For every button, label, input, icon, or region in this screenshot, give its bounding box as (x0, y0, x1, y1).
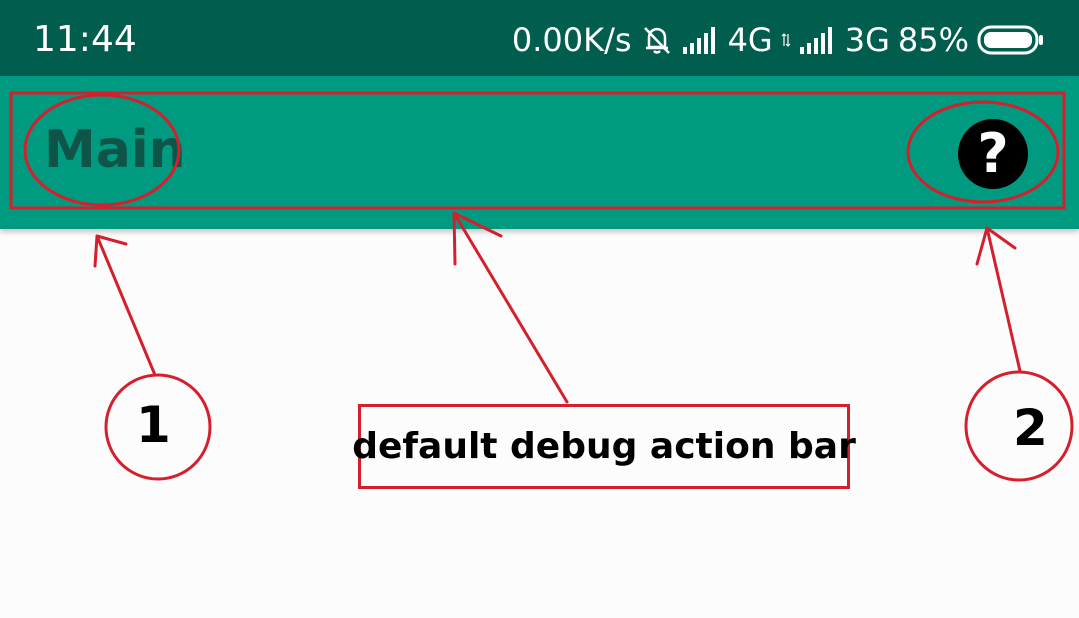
network-speed: 0.00K/s (511, 21, 632, 59)
signal-bars-icon (799, 25, 837, 55)
action-bar: Main ? (0, 76, 1079, 229)
signal-bars-icon (682, 25, 720, 55)
annotation-label-box: default debug action bar (352, 404, 856, 489)
annotation-label: default debug action bar (352, 426, 856, 467)
question-mark-icon: ? (977, 122, 1009, 185)
battery-icon (977, 25, 1045, 55)
annotation-marker-2: 2 (1013, 399, 1048, 457)
status-time: 11:44 (33, 19, 137, 60)
data-arrows-icon (781, 32, 791, 48)
screenshot: 11:44 0.00K/s 4G 3G 85% Main ? 1 2 defau… (0, 0, 1079, 618)
network-type-2: 3G (844, 21, 890, 59)
arrow-label (452, 211, 569, 404)
action-bar-title: Main (44, 120, 186, 180)
battery-percent: 85% (897, 21, 969, 59)
arrow-1 (93, 234, 157, 377)
annotation-marker-1: 1 (136, 396, 171, 454)
arrow-2 (975, 226, 1022, 373)
status-bar: 11:44 0.00K/s 4G 3G 85% (0, 0, 1079, 76)
help-button[interactable]: ? (958, 119, 1028, 189)
bell-off-icon (640, 23, 674, 57)
network-type-1: 4G (727, 21, 773, 59)
status-indicators: 0.00K/s 4G 3G 85% (512, 18, 1045, 62)
